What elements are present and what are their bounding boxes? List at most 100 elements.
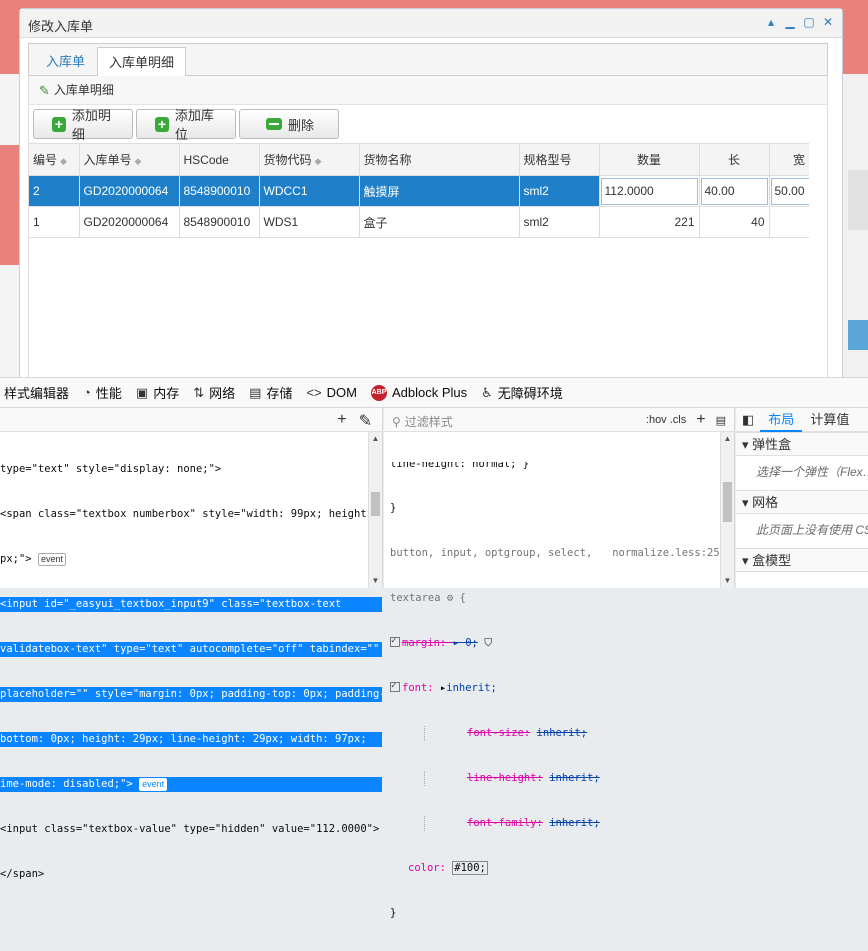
hov-cls-toggle[interactable]: :hov .cls	[646, 414, 686, 426]
markup-line[interactable]: <input class="textbox-value" type="hidde…	[0, 822, 382, 837]
width-input[interactable]	[770, 177, 809, 205]
layout-pane: ◧ 布局 计算值 ▾ 弹性盒 选择一个弹性（Flex… ▾ 网格 此页面上没有使…	[736, 408, 868, 588]
markup-line[interactable]: <span class="textbox numberbox" style="w…	[0, 507, 382, 522]
table-row[interactable]: 2 GD2020000064 8548900010 WDCC1 触摸屏 sml2	[29, 175, 809, 207]
cell-length[interactable]: 40	[699, 206, 770, 238]
sort-icon: ◆	[60, 156, 67, 166]
markup-line-selected[interactable]: placeholder="" style="margin: 0px; paddi…	[0, 687, 382, 702]
markup-scrollbar[interactable]: ▲ ▼	[368, 432, 382, 588]
scroll-up-icon[interactable]: ▲	[721, 432, 734, 446]
cell-name[interactable]: 盒子	[359, 206, 520, 238]
markup-line-selected[interactable]: bottom: 0px; height: 29px; line-height: …	[0, 732, 382, 747]
cell-qty[interactable]: 221	[599, 206, 700, 238]
markup-line-selected[interactable]: <input id="_easyui_textbox_input9" class…	[0, 597, 382, 612]
tab-style-editor[interactable]: 样式编辑器	[0, 378, 76, 408]
cell-width[interactable]: 50	[769, 206, 809, 238]
sidebar-toggle-icon[interactable]: ◧	[736, 408, 760, 432]
css-decl[interactable]: margin: ▸ 0; ⛉	[390, 634, 734, 651]
scroll-thumb[interactable]	[371, 492, 380, 516]
length-input[interactable]	[700, 177, 768, 205]
cell-order[interactable]: GD2020000064	[79, 206, 180, 238]
cell-spec[interactable]: sml2	[519, 206, 600, 238]
tab-layout[interactable]: 布局	[760, 408, 803, 432]
detail-grid: 编号 ◆ 入库单号 ◆ HSCode 货物代码 ◆ 货物名称 规格型号 数量 长 宽	[29, 143, 809, 238]
checkbox-icon	[390, 679, 400, 694]
page-icon[interactable]: ▤	[716, 414, 726, 427]
tab-dom[interactable]: <> DOM	[299, 378, 364, 408]
close-icon[interactable]: ✕	[822, 15, 834, 29]
sort-icon: ◆	[314, 156, 322, 166]
cell-name[interactable]: 触摸屏	[359, 175, 520, 207]
panel-title: ✎ 入库单明细	[29, 76, 827, 105]
section-box-model[interactable]: ▾ 盒模型	[736, 548, 868, 572]
rules-toolbar: ⚲ 过滤样式 :hov .cls + ▤	[384, 408, 734, 432]
css-source-link[interactable]: normalize.less:252	[612, 546, 726, 561]
css-selector[interactable]: button, input, optgroup, select,	[390, 546, 592, 561]
filter-styles[interactable]: ⚲ 过滤样式	[392, 413, 453, 430]
col-header-width[interactable]: 宽	[769, 143, 809, 176]
background-right-button[interactable]	[848, 320, 868, 350]
col-header-length[interactable]: 长	[699, 143, 770, 176]
col-header-id[interactable]: 编号 ◆	[29, 143, 80, 176]
css-decl-editing[interactable]: color: #100;	[390, 861, 734, 876]
cell-code[interactable]: WDS1	[259, 206, 360, 238]
tab-computed[interactable]: 计算值	[802, 408, 857, 432]
event-badge[interactable]: event	[37, 553, 66, 566]
markup-tree: type="text" style="display: none;"> <spa…	[0, 432, 382, 912]
delete-button[interactable]: 删除	[239, 109, 339, 139]
rules-scrollbar[interactable]: ▲ ▼	[720, 432, 734, 588]
css-subdecl[interactable]: line-height: inherit;	[424, 771, 734, 786]
cell-order[interactable]: GD2020000064	[79, 175, 180, 207]
tab-memory[interactable]: ▣ 内存	[129, 378, 186, 408]
col-header-order[interactable]: 入库单号 ◆	[79, 143, 180, 176]
css-value-editor[interactable]: #100;	[452, 861, 488, 875]
markup-line[interactable]: type="text" style="display: none;">	[0, 462, 382, 477]
markup-line[interactable]: </span>	[0, 867, 382, 882]
markup-line[interactable]: px;"> event	[0, 552, 382, 567]
scroll-down-icon[interactable]: ▼	[369, 574, 382, 588]
css-selector-line: button, input, optgroup, select, normali…	[390, 546, 734, 561]
markup-line-selected[interactable]: validatebox-text" type="text" autocomple…	[0, 642, 382, 657]
cell-hscode[interactable]: 8548900010	[179, 175, 260, 207]
table-row[interactable]: 1 GD2020000064 8548900010 WDS1 盒子 sml2 2…	[29, 206, 809, 238]
col-header-qty[interactable]: 数量	[599, 143, 700, 176]
cell-hscode[interactable]: 8548900010	[179, 206, 260, 238]
collapse-icon[interactable]: ▴	[765, 15, 777, 29]
tab-accessibility[interactable]: ♿ 无障碍环境	[474, 378, 570, 408]
section-grid[interactable]: ▾ 网格	[736, 490, 868, 514]
markup-line-selected[interactable]: ime-mode: disabled;"> event	[0, 777, 382, 792]
add-rule-icon[interactable]: +	[696, 411, 705, 429]
add-detail-button[interactable]: + 添加明细	[33, 108, 133, 142]
tab-inbound-order[interactable]: 入库单	[35, 47, 96, 77]
section-flexbox[interactable]: ▾ 弹性盒	[736, 432, 868, 456]
col-header-name[interactable]: 货物名称	[359, 143, 520, 176]
css-rules: line-height: normal; } } button, input, …	[384, 432, 734, 951]
tab-performance[interactable]: ◔ 性能	[76, 378, 129, 408]
tab-inbound-detail[interactable]: 入库单明细	[97, 47, 187, 78]
eyedropper-icon[interactable]: ✎	[359, 411, 372, 431]
tab-adblock[interactable]: ABP Adblock Plus	[364, 378, 474, 408]
css-decl[interactable]: font: ▸inherit;	[390, 679, 734, 696]
add-location-button[interactable]: + 添加库位	[136, 108, 236, 142]
tab-storage[interactable]: ▤ 存储	[242, 378, 299, 408]
add-node-icon[interactable]: +	[337, 411, 346, 431]
qty-input[interactable]	[600, 177, 698, 205]
cell-spec[interactable]: sml2	[519, 175, 600, 207]
dialog-title: 修改入库单	[28, 19, 94, 34]
event-badge[interactable]: event	[139, 778, 168, 791]
cell-id[interactable]: 2	[29, 175, 80, 207]
minimize-icon[interactable]: ▁	[784, 15, 796, 29]
maximize-icon[interactable]: ▢	[803, 15, 815, 29]
col-header-spec[interactable]: 规格型号	[519, 143, 600, 176]
scroll-up-icon[interactable]: ▲	[369, 432, 382, 446]
cell-code[interactable]: WDCC1	[259, 175, 360, 207]
css-subdecl[interactable]: font-family: inherit;	[424, 816, 734, 831]
scroll-thumb[interactable]	[723, 482, 732, 522]
tab-network[interactable]: ⇅ 网络	[186, 378, 242, 408]
tab-bar: 入库单 入库单明细	[28, 43, 828, 78]
css-subdecl[interactable]: font-size: inherit;	[424, 726, 734, 741]
col-header-hscode[interactable]: HSCode	[179, 143, 260, 176]
scroll-down-icon[interactable]: ▼	[721, 574, 734, 588]
cell-id[interactable]: 1	[29, 206, 80, 238]
col-header-code[interactable]: 货物代码 ◆	[259, 143, 360, 176]
